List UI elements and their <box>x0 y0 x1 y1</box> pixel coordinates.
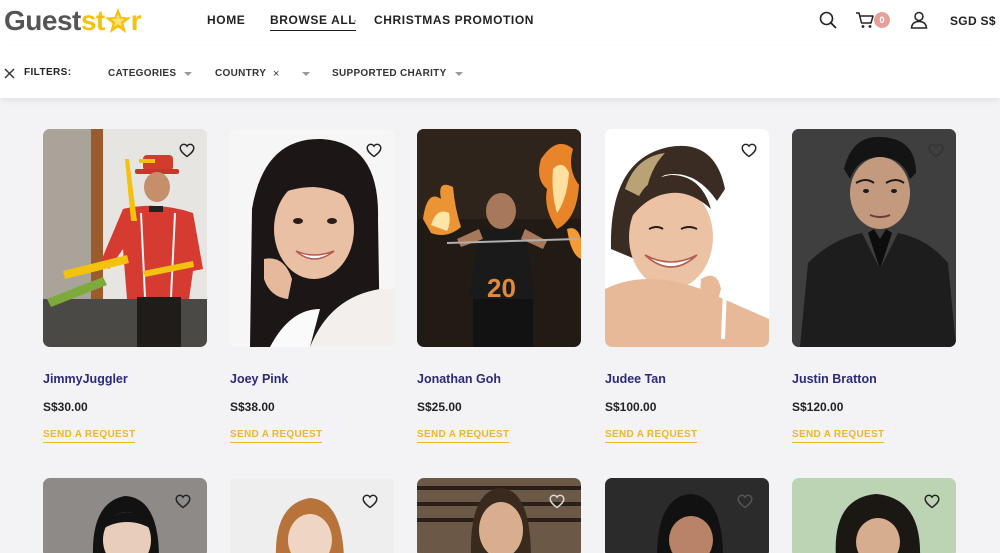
heart-icon[interactable] <box>175 494 191 509</box>
performer-price: S$38.00 <box>230 400 275 414</box>
user-icon[interactable] <box>910 11 928 29</box>
send-request-link[interactable]: SEND A REQUEST <box>417 429 510 443</box>
search-icon[interactable] <box>819 11 837 29</box>
performer-photo <box>43 478 207 553</box>
svg-text:20: 20 <box>487 273 516 303</box>
site-header: Guest st r HOME BROWSE ALL · CHRISTMAS PRO… <box>0 0 1000 46</box>
juggler-photo <box>43 129 207 347</box>
star-icon <box>104 8 131 33</box>
performer-card-photo[interactable] <box>605 478 769 553</box>
nav-home[interactable]: HOME <box>207 13 245 27</box>
nav-christmas-promotion[interactable]: CHRISTMAS PROMOTION <box>374 13 534 27</box>
heart-icon[interactable] <box>549 494 565 509</box>
heart-icon[interactable] <box>741 143 757 158</box>
logo-text-r: r <box>130 5 142 36</box>
nav-browse-all[interactable]: BROWSE ALL <box>270 13 357 31</box>
fire-performer-photo: 20 <box>417 129 581 347</box>
performer-photo[interactable] <box>605 129 769 347</box>
filter-categories[interactable]: CATEGORIES <box>108 68 176 79</box>
filters-label: FILTERS: <box>24 67 72 78</box>
performer-price: S$30.00 <box>43 400 88 414</box>
performer-card-photo[interactable] <box>43 478 207 553</box>
performer-name[interactable]: JimmyJuggler <box>43 372 128 386</box>
send-request-link[interactable]: SEND A REQUEST <box>605 429 698 443</box>
performer-card-photo[interactable] <box>417 478 581 553</box>
send-request-link[interactable]: SEND A REQUEST <box>230 429 323 443</box>
currency-selector[interactable]: SGD S$ <box>950 14 996 28</box>
heart-icon[interactable] <box>928 143 944 158</box>
performer-photo <box>230 478 394 553</box>
nav-separator: · <box>353 13 357 27</box>
performer-photo <box>792 478 956 553</box>
performer-card-photo[interactable] <box>792 478 956 553</box>
cart-icon[interactable] <box>855 11 875 29</box>
joey-pink-photo <box>230 129 394 347</box>
heart-icon[interactable] <box>737 494 753 509</box>
clear-filter-icon[interactable]: × <box>273 68 279 80</box>
performer-name[interactable]: Joey Pink <box>230 372 288 386</box>
heart-icon[interactable] <box>366 143 382 158</box>
send-request-link[interactable]: SEND A REQUEST <box>792 429 885 443</box>
performer-photo[interactable] <box>43 129 207 347</box>
heart-icon[interactable] <box>179 143 195 158</box>
performer-photo <box>417 478 581 553</box>
heart-icon[interactable] <box>924 494 940 509</box>
performer-name[interactable]: Jonathan Goh <box>417 372 501 386</box>
performer-price: S$25.00 <box>417 400 462 414</box>
performer-price: S$120.00 <box>792 400 844 414</box>
send-request-link[interactable]: SEND A REQUEST <box>43 429 136 443</box>
logo-text-guest: Guest <box>4 5 81 36</box>
close-icon[interactable] <box>4 68 15 79</box>
chevron-down-icon[interactable] <box>302 72 310 76</box>
heart-icon[interactable] <box>362 494 378 509</box>
logo-text-st: st <box>80 5 105 36</box>
filter-supported-charity[interactable]: SUPPORTED CHARITY <box>332 68 447 79</box>
justin-bratton-photo <box>792 129 956 347</box>
filter-country[interactable]: COUNTRY <box>215 68 266 79</box>
performer-price: S$100.00 <box>605 400 657 414</box>
chevron-down-icon[interactable] <box>184 72 192 76</box>
cart-count-badge: 0 <box>874 12 890 28</box>
performer-card-photo[interactable] <box>230 478 394 553</box>
filter-bar: FILTERS: CATEGORIES COUNTRY × SUPPORTED … <box>0 46 1000 98</box>
chevron-down-icon[interactable] <box>455 72 463 76</box>
performer-name[interactable]: Judee Tan <box>605 372 666 386</box>
performer-photo <box>605 478 769 553</box>
logo[interactable]: Guest st r <box>4 4 142 38</box>
judee-tan-photo <box>605 129 769 347</box>
performer-name[interactable]: Justin Bratton <box>792 372 877 386</box>
performer-photo[interactable] <box>792 129 956 347</box>
performer-photo[interactable]: 20 <box>417 129 581 347</box>
performer-photo[interactable] <box>230 129 394 347</box>
